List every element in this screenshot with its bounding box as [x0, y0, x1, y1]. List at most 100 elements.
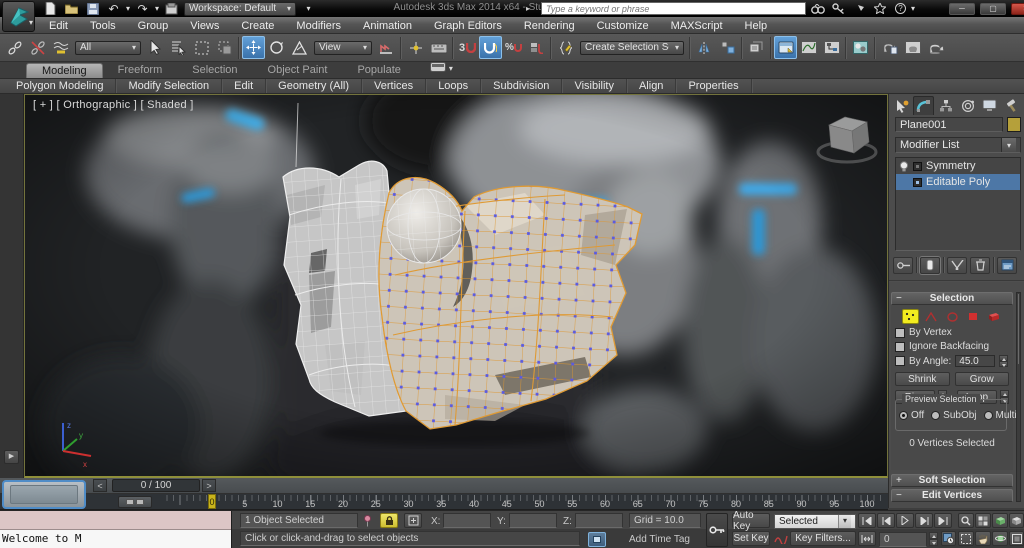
track-bar-ruler[interactable]: 0510152025303540455055606570758085909510…: [165, 494, 888, 510]
stack-item-symmetry[interactable]: Symmetry: [896, 158, 1020, 174]
zoom-all-button[interactable]: [975, 513, 991, 528]
undo-flyout-arrow[interactable]: [126, 3, 130, 14]
modifier-expand-icon[interactable]: [913, 178, 922, 187]
menu-edit[interactable]: Edit: [38, 18, 79, 34]
use-pivot-point-center-icon[interactable]: [375, 36, 398, 59]
vertex-subobject-button[interactable]: [902, 309, 919, 324]
ignore-backfacing-checkbox-row[interactable]: Ignore Backfacing: [895, 341, 1013, 352]
menu-maxscript[interactable]: MAXScript: [660, 18, 734, 34]
tab-create[interactable]: [891, 96, 912, 115]
by-angle-checkbox[interactable]: [895, 356, 905, 366]
viewport-layout-flyout-button[interactable]: ▶: [4, 450, 19, 464]
soft-selection-header[interactable]: + Soft Selection: [891, 474, 1013, 487]
rectangular-selection-region-icon[interactable]: [190, 36, 213, 59]
menu-rendering[interactable]: Rendering: [513, 18, 586, 34]
by-angle-field[interactable]: 45.0: [955, 355, 995, 367]
ribbon-tab-populate[interactable]: Populate: [342, 63, 415, 78]
x-coordinate-field[interactable]: [443, 513, 491, 528]
set-key-button[interactable]: Set Key: [732, 531, 770, 546]
mirror-icon[interactable]: [693, 36, 716, 59]
tab-display[interactable]: [979, 96, 1000, 115]
menu-tools[interactable]: Tools: [79, 18, 127, 34]
ribbon-tab-object-paint[interactable]: Object Paint: [253, 63, 343, 78]
ribbon-panel-loops[interactable]: Loops: [426, 79, 481, 93]
ribbon-panel-align[interactable]: Align: [627, 79, 676, 93]
key-filters-button[interactable]: Key Filters...: [790, 531, 856, 546]
selection-filter-dropdown[interactable]: All: [75, 41, 141, 55]
polygon-subobject-button[interactable]: [965, 309, 982, 324]
menu-animation[interactable]: Animation: [352, 18, 423, 34]
select-and-rotate-button[interactable]: [265, 36, 288, 59]
stack-item-editable-poly[interactable]: Editable Poly: [896, 174, 1020, 190]
menu-graph-editors[interactable]: Graph Editors: [423, 18, 513, 34]
listener-macro-recorder-pane[interactable]: [0, 511, 231, 530]
redo-flyout-arrow[interactable]: [155, 3, 159, 14]
spinner-snap-toggle-icon[interactable]: [525, 36, 548, 59]
project-folder-button[interactable]: [163, 2, 180, 16]
ribbon-panel-vertices[interactable]: Vertices: [362, 79, 426, 93]
zoom-extents-all-button[interactable]: [1009, 513, 1024, 528]
border-subobject-button[interactable]: [944, 309, 961, 324]
by-angle-row[interactable]: By Angle: 45.0: [895, 355, 1013, 367]
new-file-button[interactable]: [42, 2, 59, 16]
go-to-end-button[interactable]: [934, 513, 952, 528]
selection-lock-toggle[interactable]: [380, 513, 398, 528]
percent-snap-toggle-icon[interactable]: %: [502, 36, 525, 59]
add-time-tag[interactable]: Add Time Tag: [629, 534, 690, 545]
toolbar-overflow-arrow[interactable]: [300, 2, 317, 16]
viewport-layout-tab-button[interactable]: [2, 480, 86, 509]
tab-utilities[interactable]: [1001, 96, 1022, 115]
rendered-frame-window-icon[interactable]: [901, 36, 924, 59]
window-crossing-toggle-icon[interactable]: [213, 36, 236, 59]
menu-group[interactable]: Group: [127, 18, 180, 34]
subscription-key-icon[interactable]: [832, 3, 848, 14]
render-production-icon[interactable]: [924, 36, 947, 59]
ribbon-panel-subdivision[interactable]: Subdivision: [481, 79, 562, 93]
modifier-list-dropdown[interactable]: Modifier List: [895, 137, 1021, 153]
zoom-extents-button[interactable]: [992, 513, 1008, 528]
reference-coordinate-system-dropdown[interactable]: View: [314, 41, 372, 55]
close-button[interactable]: ✕: [1011, 3, 1024, 15]
tab-modify[interactable]: [913, 96, 934, 115]
open-file-button[interactable]: [63, 2, 80, 16]
layer-manager-icon[interactable]: [745, 36, 768, 59]
current-frame-field[interactable]: 0: [879, 532, 927, 547]
y-coordinate-field[interactable]: [509, 513, 557, 528]
material-editor-icon[interactable]: [849, 36, 872, 59]
favorites-star-icon[interactable]: [874, 3, 890, 14]
select-and-manipulate-icon[interactable]: [404, 36, 427, 59]
edge-subobject-button[interactable]: [923, 309, 940, 324]
modifier-expand-icon[interactable]: [913, 162, 922, 171]
ribbon-tab-selection[interactable]: Selection: [177, 63, 252, 78]
command-panel-scrollbar[interactable]: [1016, 292, 1021, 502]
undo-button[interactable]: ↶: [105, 2, 122, 16]
time-slider-handle[interactable]: 0 / 100: [112, 479, 200, 492]
new-key-curve-icon[interactable]: [774, 533, 788, 544]
open-mini-curve-editor-button[interactable]: [118, 496, 152, 508]
z-coordinate-field[interactable]: [575, 513, 623, 528]
help-icon[interactable]: ?: [895, 3, 906, 14]
ribbon-panel-modify-selection[interactable]: Modify Selection: [116, 79, 222, 93]
selection-set-dropdown[interactable]: Selected: [774, 514, 856, 529]
save-file-button[interactable]: [84, 2, 101, 16]
selection-rollout-header[interactable]: − Selection: [891, 292, 1013, 305]
named-selection-sets-dropdown[interactable]: Create Selection Se: [580, 41, 684, 55]
configure-modifier-sets-button[interactable]: [997, 257, 1017, 274]
menu-customize[interactable]: Customize: [586, 18, 660, 34]
help-flyout-arrow[interactable]: [911, 3, 915, 14]
communication-center-icon[interactable]: [853, 3, 869, 14]
redo-button[interactable]: ↷: [134, 2, 151, 16]
keyboard-shortcut-override-icon[interactable]: [427, 36, 450, 59]
edit-vertices-header[interactable]: − Edit Vertices: [891, 489, 1013, 502]
object-name-field[interactable]: Plane001: [895, 117, 1003, 132]
angle-snap-toggle-icon[interactable]: [479, 36, 502, 59]
shrink-button[interactable]: Shrink: [895, 372, 950, 386]
orbit-button[interactable]: [992, 531, 1008, 546]
time-configuration-button[interactable]: [941, 531, 956, 546]
prompt-pin-icon[interactable]: [363, 515, 372, 527]
schematic-view-icon[interactable]: [820, 36, 843, 59]
workspace-dropdown[interactable]: Workspace: Default: [184, 2, 296, 16]
previous-frame-button[interactable]: [877, 513, 895, 528]
unlink-selection-icon[interactable]: [26, 36, 49, 59]
zoom-button[interactable]: [958, 513, 974, 528]
